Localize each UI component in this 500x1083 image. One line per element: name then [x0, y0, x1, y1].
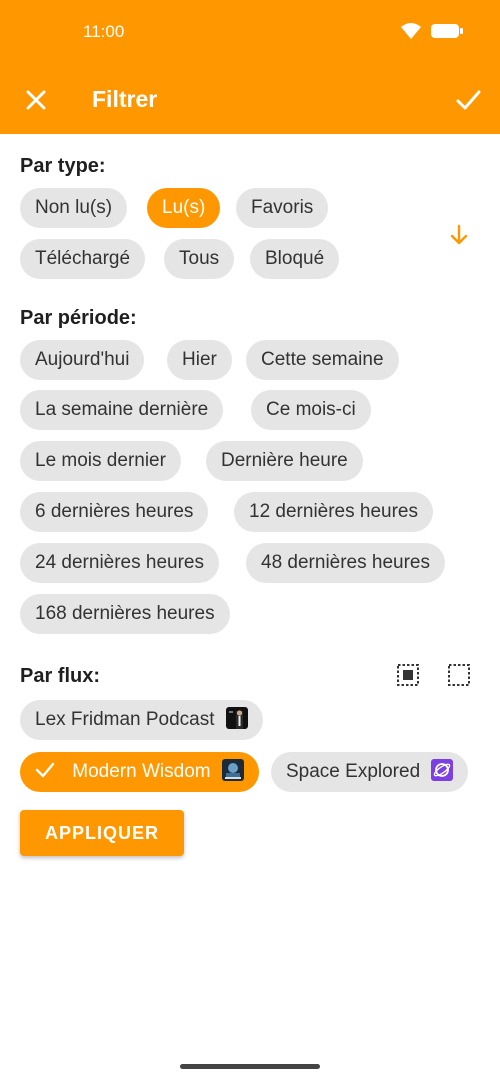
confirm-check-icon[interactable]	[454, 86, 482, 114]
chip-bloque[interactable]: Bloqué	[250, 239, 340, 279]
modern-wisdom-thumbnail-icon	[221, 759, 244, 781]
chip-aujourdhui[interactable]: Aujourd'hui	[20, 340, 145, 380]
chip-48-heures[interactable]: 48 dernières heures	[246, 543, 445, 583]
status-time: 11:00	[83, 22, 125, 41]
chip-modern-wisdom[interactable]: Modern Wisdom	[20, 752, 259, 792]
close-icon[interactable]	[22, 86, 50, 114]
chip-24-heures[interactable]: 24 dernières heures	[20, 543, 219, 583]
section-title-feeds: Par flux:	[20, 665, 101, 687]
chip-derniere-heure[interactable]: Dernière heure	[206, 441, 363, 481]
status-icons	[400, 22, 464, 40]
selected-check-icon	[35, 762, 55, 778]
select-all-icon[interactable]	[396, 663, 420, 687]
chip-tous[interactable]: Tous	[164, 239, 235, 279]
home-indicator[interactable]	[180, 1064, 320, 1069]
chip-favoris[interactable]: Favoris	[236, 188, 329, 228]
chip-ce-mois-ci[interactable]: Ce mois-ci	[251, 390, 371, 430]
space-explored-thumbnail-icon	[431, 759, 454, 781]
chip-space-explored-label: Space Explored	[286, 761, 421, 782]
chip-6-heures[interactable]: 6 dernières heures	[20, 492, 209, 532]
battery-icon	[431, 24, 463, 38]
wifi-icon	[401, 23, 421, 39]
page-title: Filtrer	[92, 86, 158, 112]
section-title-type: Par type:	[20, 155, 106, 177]
chip-space-explored[interactable]: Space Explored	[271, 752, 469, 792]
chip-modern-wisdom-label: Modern Wisdom	[72, 761, 211, 782]
chip-non-lus[interactable]: Non lu(s)	[20, 188, 128, 228]
chip-lex-fridman[interactable]: Lex Fridman Podcast	[20, 700, 263, 740]
apply-button[interactable]: APPLIQUER	[20, 810, 184, 856]
deselect-all-icon[interactable]	[447, 663, 471, 687]
chip-telecharge[interactable]: Téléchargé	[20, 239, 146, 279]
chip-semaine-derniere[interactable]: La semaine dernière	[20, 390, 224, 430]
chip-cette-semaine[interactable]: Cette semaine	[246, 340, 399, 380]
chip-12-heures[interactable]: 12 dernières heures	[234, 492, 433, 532]
arrow-down-icon[interactable]	[447, 223, 471, 247]
chip-lus[interactable]: Lu(s)	[147, 188, 221, 228]
chip-168-heures[interactable]: 168 dernières heures	[20, 594, 230, 634]
section-title-period: Par période:	[20, 307, 137, 329]
chip-lex-fridman-label: Lex Fridman Podcast	[35, 709, 215, 730]
chip-mois-dernier[interactable]: Le mois dernier	[20, 441, 181, 481]
lex-fridman-thumbnail-icon	[225, 707, 248, 729]
app-bar: 11:00 Filtrer	[0, 0, 500, 134]
chip-hier[interactable]: Hier	[167, 340, 232, 380]
